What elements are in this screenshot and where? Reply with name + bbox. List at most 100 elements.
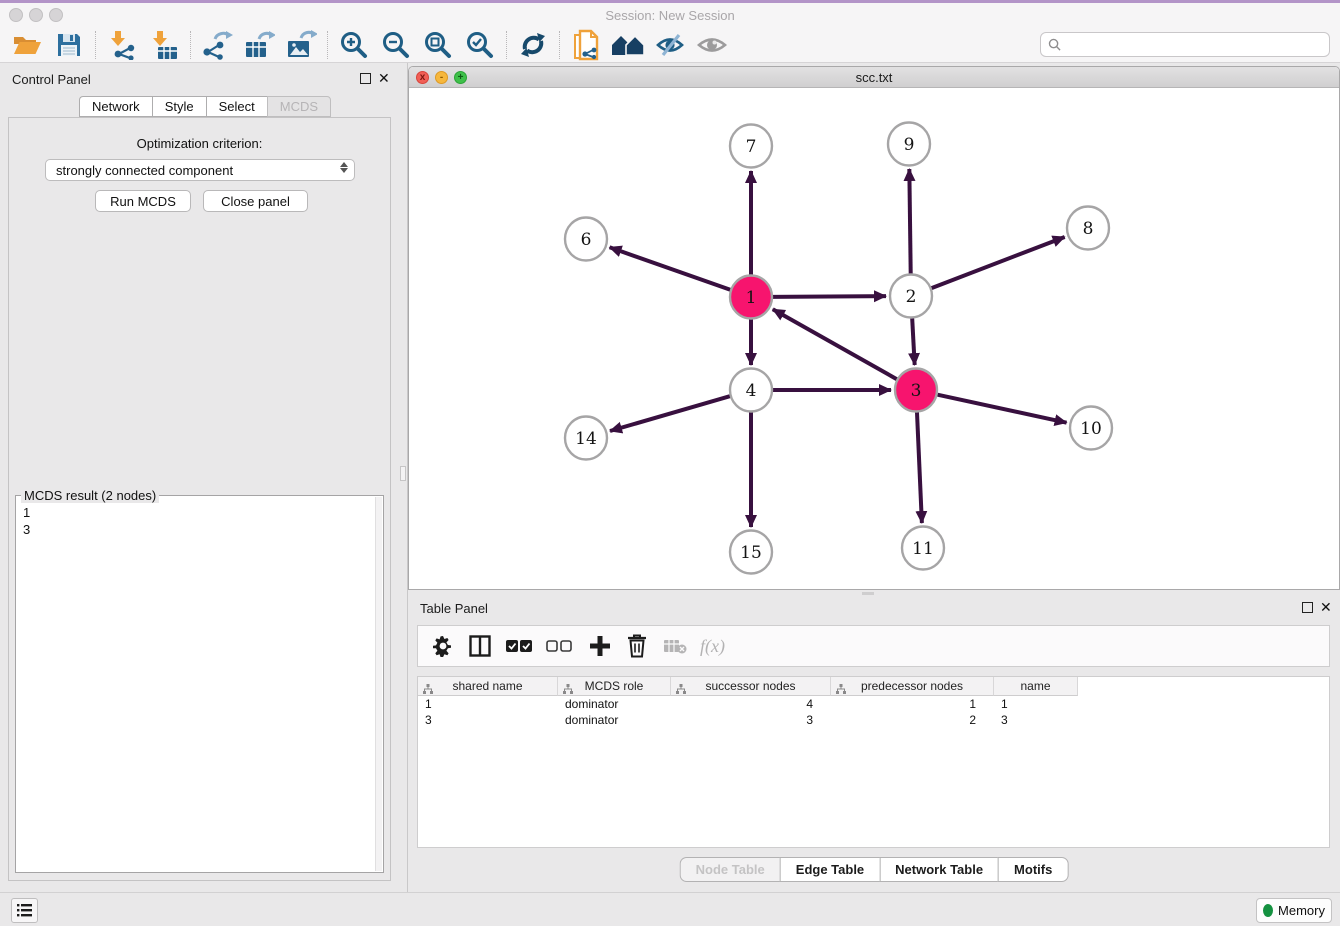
table-row[interactable]: 1dominator411 [418, 696, 1329, 712]
import-network-icon[interactable] [101, 29, 143, 61]
zoom-out-icon[interactable] [375, 29, 417, 61]
table-cell[interactable]: 2 [831, 712, 994, 728]
gear-icon[interactable] [432, 631, 454, 661]
network-window-titlebar[interactable]: x - + scc.txt [409, 67, 1339, 88]
mcds-result-legend: MCDS result (2 nodes) [21, 488, 159, 503]
edge-2-8[interactable] [932, 237, 1065, 288]
save-icon[interactable] [48, 29, 90, 61]
zoom-fit-icon[interactable] [417, 29, 459, 61]
table-cell[interactable]: 4 [671, 696, 831, 712]
node-label-9: 9 [904, 135, 915, 155]
chevron-updown-icon [340, 162, 348, 173]
node-label-8: 8 [1083, 219, 1094, 239]
edge-3-11[interactable] [917, 412, 922, 523]
column-header-name[interactable]: name [994, 677, 1078, 696]
node-label-14: 14 [575, 429, 597, 449]
edge-3-10[interactable] [937, 395, 1066, 423]
table-cell[interactable]: 1 [831, 696, 994, 712]
table-toolbar: f(x) [417, 625, 1330, 667]
close-panel-button[interactable]: Close panel [203, 190, 308, 212]
column-header-successor-nodes[interactable]: successor nodes [671, 677, 831, 696]
edge-2-9[interactable] [909, 169, 910, 274]
task-history-button[interactable] [11, 898, 38, 923]
open-folder-icon[interactable] [6, 29, 48, 61]
table-cell[interactable]: 1 [994, 696, 1078, 712]
export-table-icon[interactable] [238, 29, 280, 61]
mcds-result-box[interactable]: MCDS result (2 nodes) 1 3 [15, 495, 384, 873]
export-image-icon[interactable] [280, 29, 322, 61]
panel-splitter-vertical[interactable] [399, 63, 408, 892]
edge-4-14[interactable] [610, 396, 730, 431]
edge-3-1[interactable] [773, 309, 897, 379]
network-view-window: x - + scc.txt 7968124314101511 [408, 66, 1340, 590]
hide-eye-slash-icon[interactable] [649, 29, 691, 61]
edge-1-2[interactable] [773, 296, 886, 297]
select-all-rows-icon[interactable] [506, 631, 532, 661]
toolbar-separator [95, 31, 96, 59]
search-input[interactable] [1066, 37, 1329, 52]
column-header-label: name [1020, 679, 1050, 693]
add-column-icon[interactable] [589, 631, 611, 661]
toolbar-separator [506, 31, 507, 59]
table-cell[interactable]: dominator [558, 712, 671, 728]
search-icon [1048, 38, 1061, 51]
delete-column-icon[interactable] [627, 631, 647, 661]
result-scrollbar[interactable] [375, 497, 382, 871]
clipboard-network-icon[interactable] [565, 29, 607, 61]
deselect-all-rows-icon[interactable] [546, 631, 572, 661]
network-canvas[interactable]: 7968124314101511 [409, 88, 1339, 589]
tab-edge-table[interactable]: Edge Table [780, 857, 879, 882]
hierarchy-icon [836, 681, 846, 699]
optimization-criterion-label: Optimization criterion: [9, 136, 390, 151]
tab-select[interactable]: Select [206, 96, 267, 117]
node-label-10: 10 [1080, 419, 1102, 439]
run-mcds-button[interactable]: Run MCDS [95, 190, 191, 212]
table-cell[interactable]: dominator [558, 696, 671, 712]
toolbar-separator [559, 31, 560, 59]
eye-disabled-icon [691, 29, 733, 61]
node-label-1: 1 [746, 288, 757, 308]
close-panel-icon[interactable]: ✕ [378, 71, 390, 85]
node-label-3: 3 [911, 381, 922, 401]
network-overview-icon[interactable] [607, 29, 649, 61]
tab-network-table[interactable]: Network Table [879, 857, 998, 882]
tab-network[interactable]: Network [79, 96, 152, 117]
control-panel-tabs: Network Style Select MCDS [79, 96, 331, 117]
tab-node-table[interactable]: Node Table [680, 857, 780, 882]
tab-style[interactable]: Style [152, 96, 206, 117]
table-row[interactable]: 3dominator323 [418, 712, 1329, 728]
table-cell[interactable]: 3 [418, 712, 558, 728]
splitter-handle[interactable] [400, 466, 406, 481]
dropdown-value: strongly connected component [56, 163, 233, 178]
refresh-layout-icon[interactable] [512, 29, 554, 61]
column-header-predecessor-nodes[interactable]: predecessor nodes [831, 677, 994, 696]
import-table-icon[interactable] [143, 29, 185, 61]
edge-2-3[interactable] [912, 318, 915, 365]
memory-button[interactable]: Memory [1256, 898, 1332, 923]
column-header-shared-name[interactable]: shared name [418, 677, 558, 696]
node-label-4: 4 [746, 381, 757, 401]
table-header-row: shared name MCDS role successor nodesprede… [418, 677, 1329, 696]
delete-table-icon [663, 631, 687, 661]
zoom-in-icon[interactable] [333, 29, 375, 61]
close-table-panel-icon[interactable]: ✕ [1320, 600, 1332, 614]
control-panel: Control Panel ✕ Network Style Select MCD… [0, 63, 399, 892]
zoom-selected-icon[interactable] [459, 29, 501, 61]
application-window: Session: New Session [0, 0, 1340, 926]
tab-motifs[interactable]: Motifs [998, 857, 1068, 882]
search-field[interactable] [1040, 32, 1330, 57]
edge-1-6[interactable] [610, 247, 731, 289]
float-panel-icon[interactable] [360, 73, 371, 84]
mcds-panel: Optimization criterion: strongly connect… [8, 117, 391, 881]
column-header-MCDS-role[interactable]: MCDS role [558, 677, 671, 696]
split-view-icon[interactable] [469, 631, 491, 661]
optimization-criterion-select[interactable]: strongly connected component [45, 159, 355, 181]
float-table-panel-icon[interactable] [1302, 602, 1313, 613]
tab-mcds[interactable]: MCDS [267, 96, 331, 117]
table-cell[interactable]: 3 [671, 712, 831, 728]
column-header-label: MCDS role [585, 679, 644, 693]
hierarchy-icon [676, 681, 686, 699]
table-cell[interactable]: 3 [994, 712, 1078, 728]
table-cell[interactable]: 1 [418, 696, 558, 712]
export-network-icon[interactable] [196, 29, 238, 61]
